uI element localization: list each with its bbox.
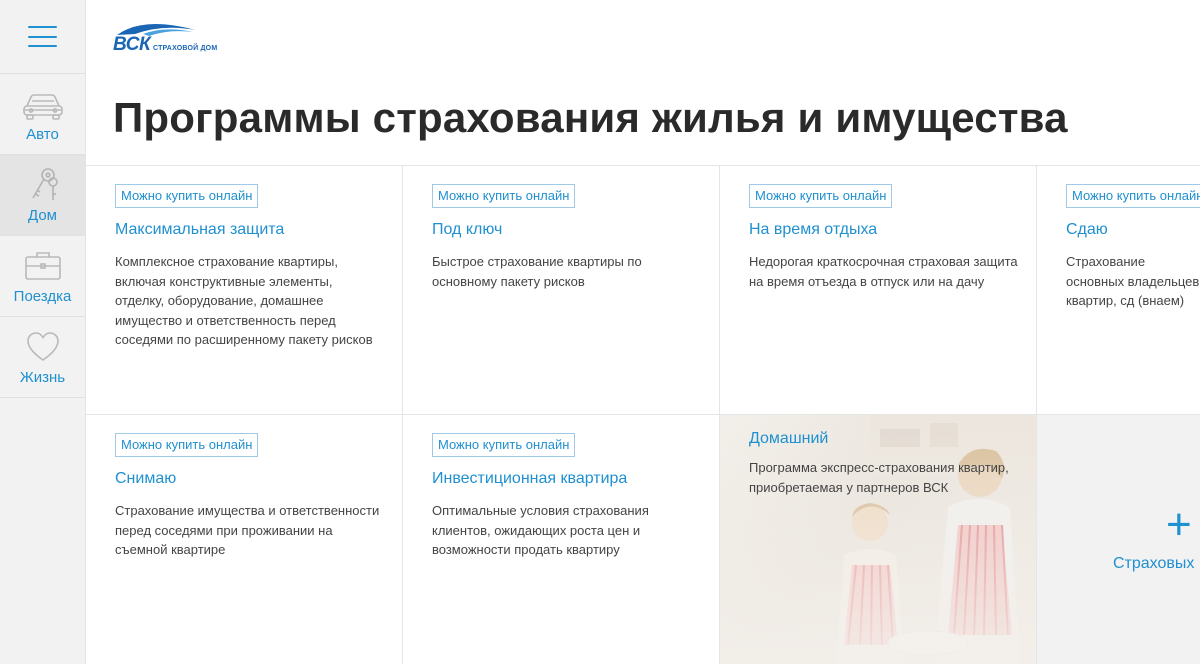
programs-grid: Можно купить онлайн Максимальная защита … [86,165,1200,664]
program-title-link[interactable]: Под ключ [432,221,695,239]
sidebar-item-trip[interactable]: Поездка [0,236,85,317]
hamburger-icon [28,26,57,47]
program-card-investment[interactable]: Можно купить онлайн Инвестиционная кварт… [403,415,720,664]
online-badge: Можно купить онлайн [432,433,576,457]
suitcase-icon [24,251,61,280]
sidebar: Авто Дом Поездка Жизнь [0,0,86,664]
menu-button[interactable] [0,0,85,74]
program-description: Недорогая краткосрочная страховая защита… [749,254,1018,289]
more-programs-label: Страховых [1113,555,1195,572]
program-card-vacation[interactable]: Можно купить онлайн На время отдыха Недо… [720,166,1037,415]
program-card-renting-out[interactable]: Можно купить онлайн Сдаю Страхование осн… [1037,166,1200,415]
program-description: Программа экспресс-страхования квартир, … [749,460,1009,495]
program-description: Страхование имущества и ответственности … [115,503,380,557]
logo-text: ВСК [113,34,151,55]
program-card-domestic[interactable]: Домашний Программа экспресс-страхования … [720,415,1037,664]
program-description: Страхование основных владельцев квартир,… [1066,254,1200,308]
program-description: Оптимальные условия страхования клиентов… [432,503,649,557]
sidebar-item-label: Жизнь [19,368,66,386]
program-title-link[interactable]: Инвестиционная квартира [432,470,695,488]
sidebar-item-label: Дом [28,206,57,224]
page-title: Программы страхования жилья и имущества [113,94,1068,141]
online-badge: Можно купить онлайн [432,184,576,208]
online-badge: Можно купить онлайн [115,184,259,208]
keys-icon [31,167,58,200]
program-card-turnkey[interactable]: Можно купить онлайн Под ключ Быстрое стр… [403,166,720,415]
logo-subtitle: СТРАХОВОЙ ДОМ [153,45,218,52]
online-badge: Можно купить онлайн [749,184,893,208]
car-icon [22,93,63,120]
program-title-link[interactable]: Снимаю [115,470,378,488]
plus-icon: + [1166,500,1192,549]
program-description: Быстрое страхование квартиры по основном… [432,254,642,289]
program-title-link[interactable]: Домашний [749,430,1012,448]
online-badge: Можно купить онлайн [1066,184,1200,208]
program-description: Комплексное страхование квартиры, включа… [115,254,373,347]
sidebar-item-life[interactable]: Жизнь [0,317,85,398]
sidebar-item-home[interactable]: Дом [0,155,85,236]
online-badge: Можно купить онлайн [115,433,259,457]
sidebar-item-auto[interactable]: Авто [0,74,85,155]
sidebar-item-label: Авто [26,125,59,143]
program-card-max-protection[interactable]: Можно купить онлайн Максимальная защита … [86,166,403,415]
heart-icon [26,331,59,361]
sidebar-item-label: Поездка [13,287,72,305]
program-title-link[interactable]: На время отдыха [749,221,1012,239]
vsk-logo[interactable]: ВСК СТРАХОВОЙ ДОМ [113,20,243,60]
program-title-link[interactable]: Сдаю [1066,221,1176,239]
more-programs-card[interactable]: + Страховых [1037,415,1200,664]
program-title-link[interactable]: Максимальная защита [115,221,378,239]
program-card-renting[interactable]: Можно купить онлайн Снимаю Страхование и… [86,415,403,664]
